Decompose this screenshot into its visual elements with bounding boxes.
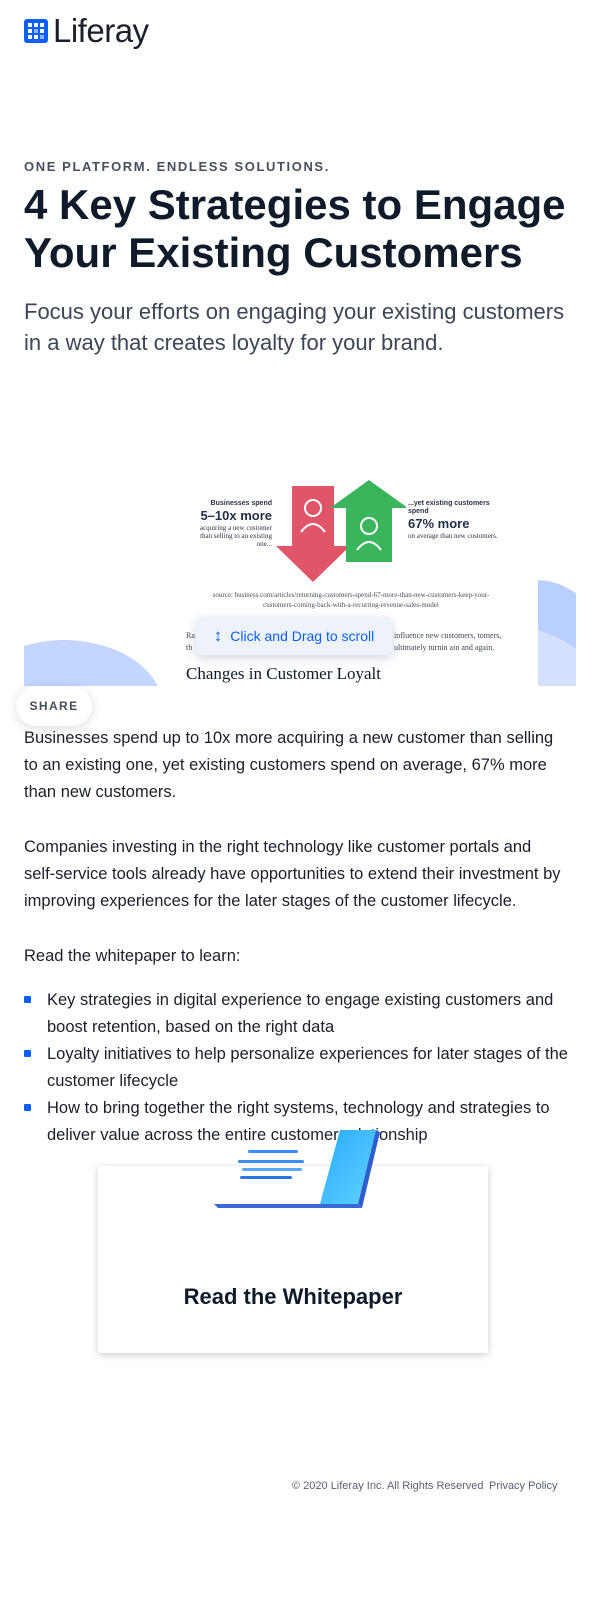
logo-wordmark: Liferay — [53, 12, 149, 49]
read-whitepaper-title[interactable]: Read the Whitepaper — [0, 1284, 586, 1310]
preview-text-right: influence new customers, tomers, ultimat… — [394, 631, 502, 652]
bullet-icon — [24, 996, 31, 1003]
page-title: 4 Key Strategies to Engage Your Existing… — [24, 181, 566, 276]
stat-right-pre: ...yet existing customers spend — [408, 500, 490, 515]
bullet-icon — [24, 1104, 31, 1111]
list-item-text: Key strategies in digital experience to … — [47, 991, 554, 1036]
stat-right-post: on average than new customers. — [408, 532, 498, 540]
bullet-icon — [24, 1050, 31, 1057]
privacy-policy-link[interactable]: Privacy Policy — [489, 1480, 557, 1492]
eyebrow-text: ONE PLATFORM. ENDLESS SOLUTIONS. — [24, 159, 330, 174]
body-paragraph: Companies investing in the right technol… — [24, 838, 561, 910]
stat-left-post: acquiring a new customer than selling to… — [199, 524, 272, 548]
stat-right: ...yet existing customers spend 67% more… — [408, 500, 498, 540]
drag-to-scroll-hint[interactable]: ↕ Click and Drag to scroll — [196, 617, 392, 655]
learning-list: Key strategies in digital experience to … — [24, 987, 569, 1149]
liferay-logo[interactable]: Liferay — [24, 14, 149, 47]
stat-left-big: 5–10x more — [200, 508, 272, 523]
page-subtitle: Focus your efforts on engaging your exis… — [24, 299, 565, 355]
share-button[interactable]: SHARE — [16, 686, 92, 726]
list-item: Loyalty initiatives to help personalize … — [24, 1041, 569, 1095]
vertical-arrows-icon: ↕ — [213, 626, 223, 645]
scroll-hint-label: Click and Drag to scroll — [230, 628, 375, 644]
footer-copyright: © 2020 Liferay Inc. All Rights Reserved — [292, 1480, 484, 1492]
preview-heading: Changes in Customer Loyalt — [186, 664, 382, 683]
body-paragraph: Businesses spend up to 10x more acquirin… — [24, 729, 554, 801]
list-item: Key strategies in digital experience to … — [24, 987, 569, 1041]
body-paragraph: Read the whitepaper to learn: — [24, 947, 241, 965]
stat-right-big: 67% more — [408, 516, 470, 531]
stat-left: Businesses spend 5–10x more acquiring a … — [192, 500, 272, 548]
decorative-blob — [24, 640, 164, 686]
laptop-illustration-icon — [214, 1130, 380, 1208]
spend-arrows-icon — [276, 480, 406, 582]
preview-source: source: business.com/articles/returning-… — [212, 591, 490, 609]
list-item-text: Loyalty initiatives to help personalize … — [47, 1045, 568, 1090]
liferay-logo-icon — [24, 18, 48, 43]
stat-left-pre: Businesses spend — [210, 500, 272, 507]
